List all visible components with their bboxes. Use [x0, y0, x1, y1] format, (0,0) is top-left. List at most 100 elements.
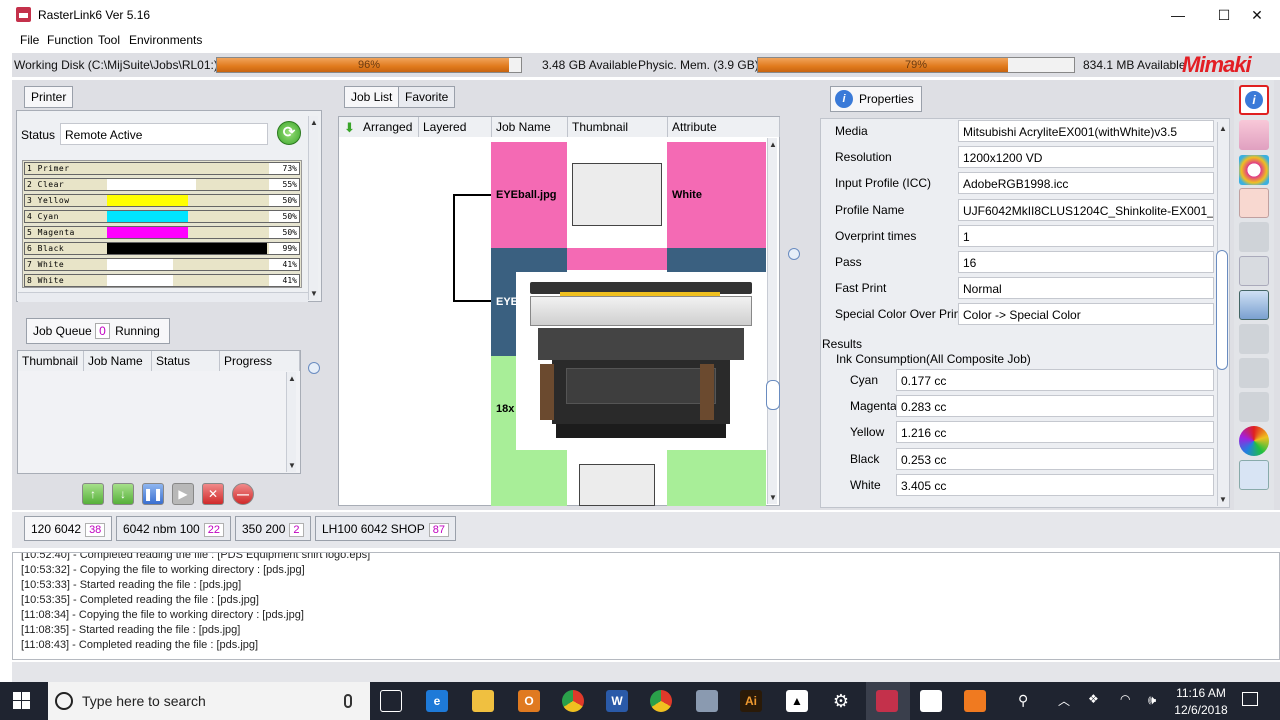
- col-layered[interactable]: Layered: [419, 117, 492, 137]
- tool-disabled-icon-2[interactable]: [1239, 324, 1269, 354]
- working-disk-progress: 96%: [216, 57, 522, 73]
- outlook-icon[interactable]: O: [518, 690, 540, 712]
- queue-name: 120 6042: [31, 522, 82, 536]
- tab-job-list[interactable]: Job List: [344, 86, 400, 108]
- properties-tool-icon[interactable]: i: [1239, 85, 1269, 115]
- queue-tab[interactable]: 350 200 2: [235, 516, 311, 541]
- image-edit-icon[interactable]: [1239, 120, 1269, 150]
- queue-tab[interactable]: LH100 6042 SHOP 87: [315, 516, 456, 541]
- property-value: AdobeRGB1998.icc: [958, 172, 1214, 195]
- queue-scrollbar[interactable]: ▲ ▼: [286, 372, 296, 472]
- queue-tab[interactable]: 120 6042 38: [24, 516, 113, 541]
- microphone-icon[interactable]: [344, 694, 352, 708]
- show-hidden-icon[interactable]: ︿: [1058, 692, 1070, 709]
- job-queue-label: Job Queue: [33, 324, 92, 338]
- consumption-label: Yellow: [850, 425, 885, 440]
- col-status[interactable]: Status: [152, 351, 220, 371]
- ink-level-row: 7 White 41%: [24, 258, 300, 271]
- people-icon[interactable]: ⚲: [1018, 692, 1028, 709]
- tab-printer[interactable]: Printer: [24, 86, 74, 108]
- close-button[interactable]: ✕: [1234, 0, 1280, 30]
- clock[interactable]: 11:16 AM 12/6/2018: [1174, 686, 1228, 717]
- cancel-job-button[interactable]: ✕: [202, 483, 224, 505]
- illustrator-icon[interactable]: Ai: [740, 690, 762, 712]
- document-icon[interactable]: [920, 690, 942, 712]
- printer-scrollbar[interactable]: ▲ ▼: [308, 116, 318, 300]
- ink-percent: 41%: [282, 260, 297, 269]
- ink-name: 8 White: [25, 275, 107, 286]
- menu-environments[interactable]: Environments: [129, 33, 202, 47]
- edge-icon[interactable]: e: [426, 690, 448, 712]
- task-view-icon[interactable]: [380, 690, 402, 712]
- tab-favorite[interactable]: Favorite: [398, 86, 456, 108]
- quality-icon[interactable]: [1239, 155, 1269, 185]
- tool-disabled-icon-3[interactable]: [1239, 358, 1269, 388]
- menu-tool[interactable]: Tool: [98, 33, 120, 47]
- ink-name: 6 Black: [25, 243, 107, 254]
- col-attribute[interactable]: Attribute: [668, 117, 780, 137]
- play-button-disabled[interactable]: ▶: [172, 483, 194, 505]
- menu-function[interactable]: Function: [47, 33, 93, 47]
- consumption-value: 0.253 cc: [896, 447, 1214, 470]
- layout-icon[interactable]: [1239, 188, 1269, 218]
- col-job-name[interactable]: Job Name: [84, 351, 152, 371]
- consumption-value: 1.216 cc: [896, 421, 1214, 444]
- dropbox-icon[interactable]: ❖: [1088, 692, 1099, 706]
- taskbar-search[interactable]: Type here to search: [48, 682, 370, 720]
- queue-tab[interactable]: 6042 nbm 100 22: [116, 516, 231, 541]
- col-job-name-list[interactable]: Job Name: [492, 117, 568, 137]
- ink-level-fill: [107, 211, 188, 222]
- wifi-icon[interactable]: ◠: [1120, 692, 1130, 706]
- file-explorer-icon[interactable]: [472, 690, 494, 712]
- tab-job-queue[interactable]: Job Queue 0 Running: [26, 318, 170, 344]
- pause-button[interactable]: ❚❚: [142, 483, 164, 505]
- property-value: Normal: [958, 277, 1214, 300]
- job-list-scrollbar[interactable]: ▲ ▼: [767, 138, 777, 504]
- word-icon[interactable]: W: [606, 690, 628, 712]
- col-thumbnail-list[interactable]: Thumbnail: [568, 117, 668, 137]
- settings-gear-icon[interactable]: ⚙: [830, 690, 852, 712]
- app-icon: [16, 7, 31, 22]
- stop-button[interactable]: —: [232, 483, 254, 505]
- tool-disabled-icon-1[interactable]: [1239, 222, 1269, 252]
- job-name-eye: EYE: [496, 296, 519, 308]
- tool-disabled-icon-4[interactable]: [1239, 392, 1269, 422]
- ink-percent: 55%: [282, 180, 297, 189]
- queue-name: 350 200: [242, 522, 286, 536]
- windows-start-icon[interactable]: [13, 692, 31, 710]
- col-progress[interactable]: Progress: [220, 351, 300, 371]
- job-list-scroll-thumb[interactable]: [766, 380, 780, 410]
- copy-icon[interactable]: [1239, 460, 1269, 490]
- ink-percent: 50%: [282, 228, 297, 237]
- menu-file[interactable]: File: [20, 33, 39, 47]
- move-down-button[interactable]: ↓: [112, 483, 134, 505]
- job-thumbnail-3: [579, 464, 655, 506]
- ink-percent: 50%: [282, 212, 297, 221]
- ink-level-row: 1 Primer 73%: [24, 162, 300, 175]
- splitter-handle[interactable]: [788, 248, 800, 260]
- ink-level-fill: [107, 275, 174, 286]
- volume-icon[interactable]: 🕪: [1148, 692, 1156, 708]
- refresh-icon[interactable]: ⟳: [277, 121, 301, 145]
- color-wheel-icon[interactable]: [1239, 426, 1269, 456]
- orange-app-icon[interactable]: [964, 690, 986, 712]
- arrow-down-icon: ⬇: [344, 120, 355, 135]
- rasterlink-taskbar-icon[interactable]: [876, 690, 898, 712]
- properties-scroll-thumb[interactable]: [1216, 250, 1228, 370]
- memory-percent: 79%: [904, 59, 928, 71]
- col-thumbnail[interactable]: Thumbnail: [18, 351, 84, 371]
- tiling-icon[interactable]: [1239, 256, 1269, 286]
- minimize-button[interactable]: —: [1155, 0, 1201, 30]
- splitter-handle-left[interactable]: [308, 362, 320, 374]
- ink-name: 7 White: [25, 259, 107, 270]
- move-up-button[interactable]: ↑: [82, 483, 104, 505]
- chrome-icon-2[interactable]: [650, 690, 672, 712]
- print-icon[interactable]: [1239, 290, 1269, 320]
- photos-icon[interactable]: ▲: [786, 690, 808, 712]
- app-icon-misc[interactable]: [696, 690, 718, 712]
- ink-level-row: 3 Yellow 50%: [24, 194, 300, 207]
- working-disk-label: Working Disk (C:\MijSuite\Jobs\RL01:): [14, 58, 218, 72]
- printer-h-scrollbar[interactable]: [18, 292, 308, 302]
- chrome-icon[interactable]: [562, 690, 584, 712]
- notification-icon[interactable]: [1242, 692, 1258, 706]
